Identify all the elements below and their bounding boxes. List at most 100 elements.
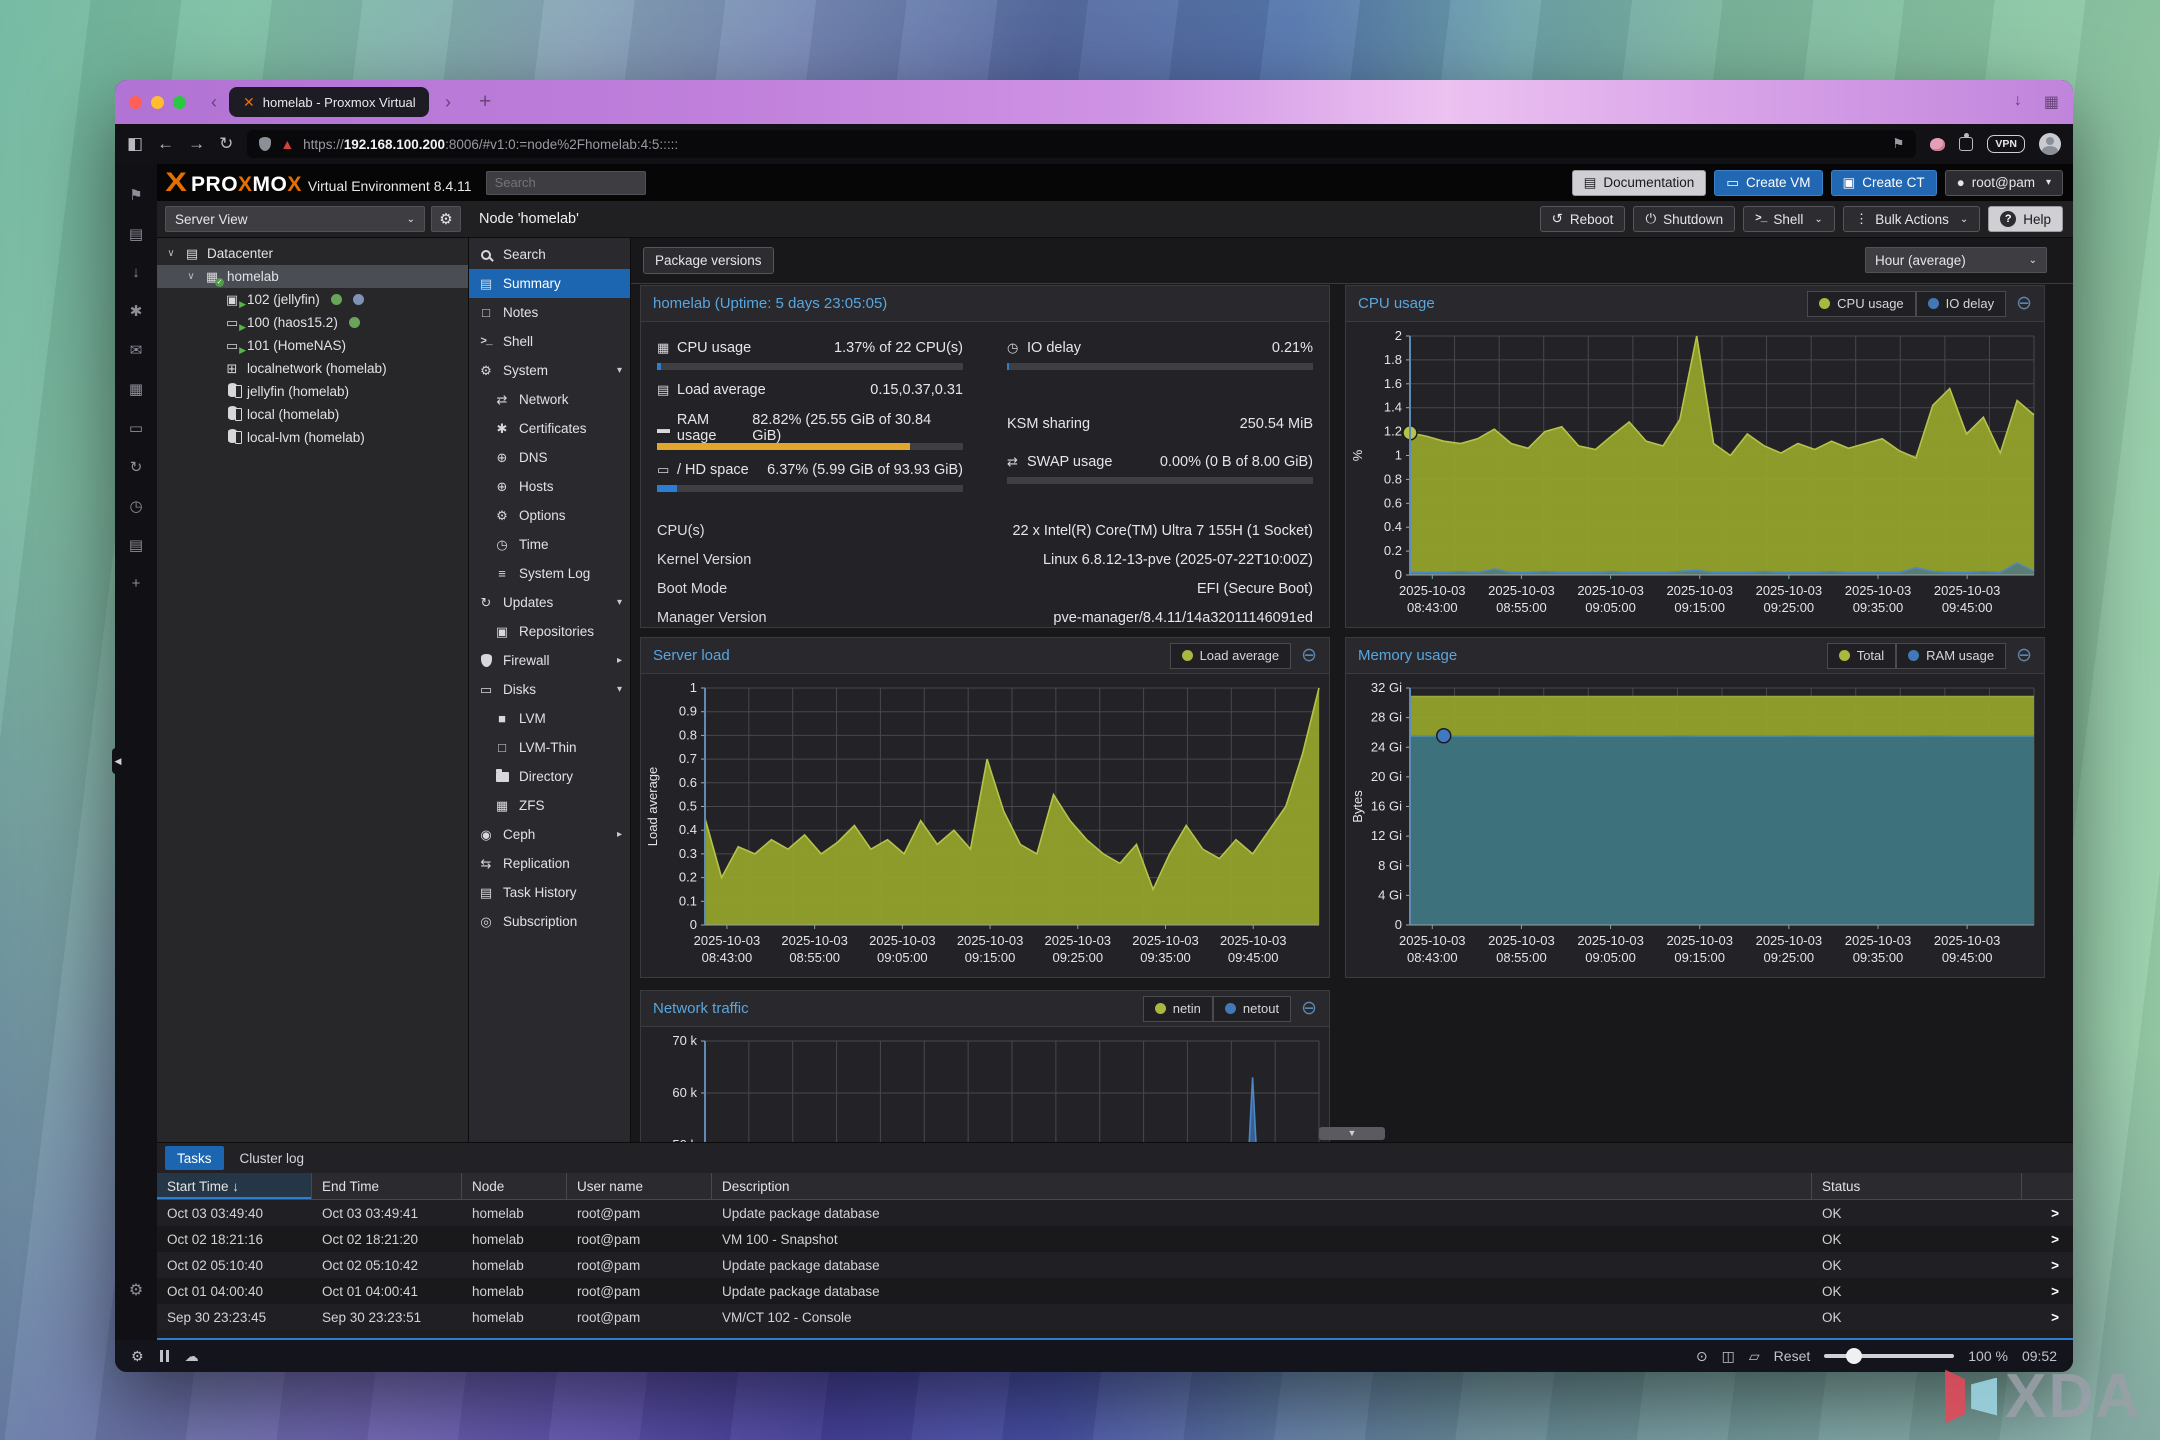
sidebar-toggle-icon[interactable]: ◧ xyxy=(127,134,143,154)
menu-item-disks[interactable]: ▭Disks▾ xyxy=(469,675,630,704)
zoom-slider-knob[interactable] xyxy=(1846,1348,1862,1364)
new-tab-button[interactable]: + xyxy=(479,90,491,114)
close-window-button[interactable] xyxy=(129,96,142,109)
minimize-window-button[interactable] xyxy=(151,96,164,109)
task-detail-chevron-icon[interactable]: > xyxy=(2041,1284,2073,1299)
passwords-icon[interactable]: ✱ xyxy=(130,302,143,320)
reboot-button[interactable]: ↺Reboot xyxy=(1540,206,1626,232)
forward-icon[interactable]: → xyxy=(188,134,205,154)
tab-scroll-left-icon[interactable]: ‹ xyxy=(211,92,217,113)
menu-item-lvm[interactable]: ■LVM xyxy=(469,704,630,733)
legend-ram-usage[interactable]: RAM usage xyxy=(1896,643,2006,669)
downloads-icon[interactable]: ↓ xyxy=(2014,92,2022,112)
legend-cpu-usage[interactable]: CPU usage xyxy=(1807,291,1915,317)
menu-item-subscription[interactable]: ◎Subscription xyxy=(469,907,630,936)
tree-item-local-homelab-[interactable]: local (homelab) xyxy=(157,403,468,426)
menu-item-notes[interactable]: □Notes xyxy=(469,298,630,327)
browser-tab[interactable]: ✕ homelab - Proxmox Virtual xyxy=(229,87,429,117)
collapse-panel-icon[interactable]: ⊖ xyxy=(2016,644,2032,667)
cloud-icon[interactable]: ☁ xyxy=(185,1348,199,1365)
collapse-panel-icon[interactable]: ⊖ xyxy=(1301,644,1317,667)
column-header-user-name[interactable]: User name xyxy=(567,1173,712,1199)
tree-item-102-jellyfin-[interactable]: ▣▶102 (jellyfin) xyxy=(157,288,468,311)
help-button[interactable]: ?Help xyxy=(1988,206,2063,232)
task-detail-chevron-icon[interactable]: > xyxy=(2041,1206,2073,1221)
package-versions-button[interactable]: Package versions xyxy=(643,247,774,274)
menu-item-shell[interactable]: >_Shell xyxy=(469,327,630,356)
task-detail-chevron-icon[interactable]: > xyxy=(2041,1258,2073,1273)
menu-item-summary[interactable]: ▤Summary xyxy=(469,269,630,298)
tracking-shield-icon[interactable] xyxy=(259,137,271,151)
tab-cluster-log[interactable]: Cluster log xyxy=(228,1146,317,1170)
menu-item-updates[interactable]: ↻Updates▾ xyxy=(469,588,630,617)
sidebar-collapse-handle[interactable]: ◀ xyxy=(112,748,124,774)
extension-brain-icon[interactable] xyxy=(1930,138,1945,151)
add-icon[interactable]: + xyxy=(132,575,141,592)
settings-gear-icon[interactable]: ⚙ xyxy=(129,1280,143,1300)
menu-item-dns[interactable]: ⊕DNS xyxy=(469,443,630,472)
menu-item-firewall[interactable]: Firewall▸ xyxy=(469,646,630,675)
history-icon[interactable]: ◷ xyxy=(129,497,142,515)
create-vm-button[interactable]: ▭Create VM xyxy=(1714,170,1822,196)
menu-item-ceph[interactable]: ◉Ceph▸ xyxy=(469,820,630,849)
menu-item-system-log[interactable]: ≡System Log xyxy=(469,559,630,588)
column-header-end-time[interactable]: End Time xyxy=(312,1173,462,1199)
zoom-slider[interactable] xyxy=(1824,1354,1954,1358)
mail-icon[interactable]: ✉ xyxy=(130,341,143,359)
fullscreen-icon[interactable]: ▱ xyxy=(1749,1348,1760,1365)
collapse-panel-icon[interactable]: ⊖ xyxy=(2016,292,2032,315)
screenshot-icon[interactable]: ⊙ xyxy=(1696,1348,1708,1365)
tree-item-homelab[interactable]: ∨▦✓homelab xyxy=(157,265,468,288)
tree-item-jellyfin-homelab-[interactable]: jellyfin (homelab) xyxy=(157,380,468,403)
global-search-input[interactable] xyxy=(486,171,646,195)
menu-item-certificates[interactable]: ✱Certificates xyxy=(469,414,630,443)
tree-item-localnetwork-homelab-[interactable]: ⊞localnetwork (homelab) xyxy=(157,357,468,380)
shell-button[interactable]: >_Shell⌄ xyxy=(1743,206,1835,232)
task-row[interactable]: Oct 03 03:49:40Oct 03 03:49:41homelabroo… xyxy=(157,1200,2073,1226)
menu-item-repositories[interactable]: ▣Repositories xyxy=(469,617,630,646)
legend-io-delay[interactable]: IO delay xyxy=(1916,291,2006,317)
task-detail-chevron-icon[interactable]: > xyxy=(2041,1232,2073,1247)
menu-item-options[interactable]: ⚙Options xyxy=(469,501,630,530)
collapse-panel-icon[interactable]: ⊖ xyxy=(1301,997,1317,1020)
tree-settings-button[interactable]: ⚙ xyxy=(431,206,461,232)
vpn-badge[interactable]: VPN xyxy=(1987,135,2025,153)
tree-item-datacenter[interactable]: ∨▤Datacenter xyxy=(157,242,468,265)
bookmark-icon[interactable]: ⚑ xyxy=(129,186,142,204)
reader-icon[interactable]: ▤ xyxy=(129,225,143,243)
menu-item-zfs[interactable]: ▦ZFS xyxy=(469,791,630,820)
insecure-warning-icon[interactable]: ▲ xyxy=(280,136,294,152)
menu-item-directory[interactable]: Directory xyxy=(469,762,630,791)
tree-item-101-homenas-[interactable]: ▭▶101 (HomeNAS) xyxy=(157,334,468,357)
column-header-description[interactable]: Description xyxy=(712,1173,1812,1199)
apps-icon[interactable]: ▦ xyxy=(129,380,143,398)
time-range-select[interactable]: Hour (average)⌄ xyxy=(1865,247,2047,273)
tree-item-local-lvm-homelab-[interactable]: local-lvm (homelab) xyxy=(157,426,468,449)
menu-item-search[interactable]: Search xyxy=(469,240,630,269)
url-bar[interactable]: ▲ https://192.168.100.200:8006/#v1:0:=no… xyxy=(247,130,1916,158)
legend-load-average[interactable]: Load average xyxy=(1170,643,1292,669)
column-header-start-time[interactable]: Start Time ↓ xyxy=(157,1173,312,1199)
profile-avatar[interactable] xyxy=(2039,133,2061,155)
task-row[interactable]: Sep 30 23:23:45Sep 30 23:23:51homelabroo… xyxy=(157,1304,2073,1330)
bookmark-icon[interactable]: ⚑ xyxy=(1892,136,1904,152)
tree-item-100-haos15-2-[interactable]: ▭▶100 (haos15.2) xyxy=(157,311,468,334)
workspaces-icon[interactable]: ▦ xyxy=(2044,92,2059,112)
tree-expander-icon[interactable]: ∨ xyxy=(185,271,197,282)
menu-item-replication[interactable]: ⇆Replication xyxy=(469,849,630,878)
task-detail-chevron-icon[interactable]: > xyxy=(2041,1310,2073,1325)
documentation-button[interactable]: ▤Documentation xyxy=(1572,170,1707,196)
download-icon[interactable]: ↓ xyxy=(132,264,140,281)
menu-item-system[interactable]: ⚙System▾ xyxy=(469,356,630,385)
pause-icon[interactable] xyxy=(160,1350,169,1362)
shutdown-button[interactable]: ⏻Shutdown xyxy=(1633,206,1735,232)
reset-label[interactable]: Reset xyxy=(1774,1348,1811,1364)
reload-icon[interactable]: ↻ xyxy=(219,134,233,154)
menu-item-lvm-thin[interactable]: □LVM-Thin xyxy=(469,733,630,762)
menu-item-time[interactable]: ◷Time xyxy=(469,530,630,559)
back-icon[interactable]: ← xyxy=(157,134,174,154)
menu-item-network[interactable]: ⇄Network xyxy=(469,385,630,414)
task-row[interactable]: Oct 01 04:00:40Oct 01 04:00:41homelabroo… xyxy=(157,1278,2073,1304)
column-header-status[interactable]: Status xyxy=(1812,1173,2022,1199)
column-header-node[interactable]: Node xyxy=(462,1173,567,1199)
